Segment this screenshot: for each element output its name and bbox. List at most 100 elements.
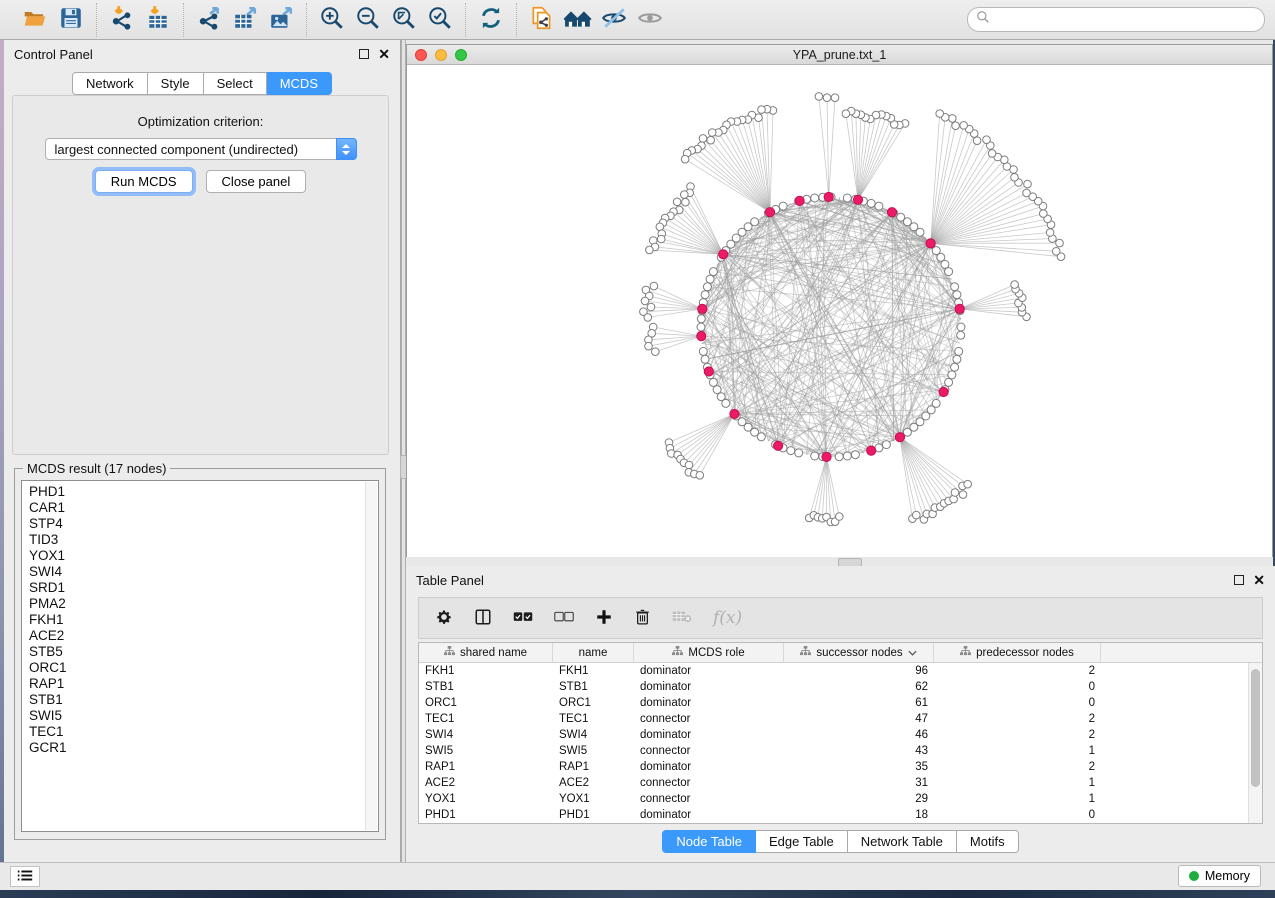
network-canvas[interactable]	[407, 65, 1272, 557]
mcds-hub-node[interactable]	[774, 441, 783, 450]
result-node-item[interactable]: TEC1	[29, 724, 378, 740]
mcds-hub-node[interactable]	[955, 304, 964, 313]
tab-network-table[interactable]: Network Table	[848, 830, 957, 853]
mcds-hub-node[interactable]	[895, 433, 904, 442]
table-row[interactable]: PHD1PHD1dominator180	[419, 807, 1262, 823]
table-scrollbar[interactable]	[1248, 663, 1262, 823]
delete-column-button[interactable]	[634, 608, 651, 629]
zoom-selected-button[interactable]	[424, 5, 456, 35]
tab-select[interactable]: Select	[204, 72, 267, 95]
node-table: shared namenameMCDS rolesuccessor nodesp…	[418, 642, 1263, 824]
tab-network[interactable]: Network	[72, 72, 148, 95]
save-session-button[interactable]	[55, 5, 87, 35]
table-row[interactable]: STB1STB1dominator620	[419, 679, 1262, 695]
result-node-item[interactable]: ACE2	[29, 628, 378, 644]
table-scrollbar-thumb[interactable]	[1251, 669, 1260, 787]
export-image-button[interactable]	[265, 5, 297, 35]
search-input[interactable]	[996, 12, 1256, 28]
table-float-icon[interactable]	[1234, 575, 1244, 585]
float-panel-icon[interactable]	[359, 49, 369, 59]
result-node-item[interactable]: STB1	[29, 692, 378, 708]
zoom-fit-button[interactable]	[388, 5, 420, 35]
export-table-button[interactable]	[229, 5, 261, 35]
column-header-shared-name[interactable]: shared name	[419, 643, 553, 662]
table-row[interactable]: SWI4SWI4dominator462	[419, 727, 1262, 743]
table-row[interactable]: ORC1ORC1dominator610	[419, 695, 1262, 711]
mcds-hub-node[interactable]	[853, 195, 862, 204]
result-node-item[interactable]: SWI4	[29, 564, 378, 580]
horizontal-splitter[interactable]	[406, 557, 1275, 566]
result-node-item[interactable]: STP4	[29, 516, 378, 532]
deselect-all-button[interactable]	[554, 610, 574, 627]
result-node-item[interactable]: PMA2	[29, 596, 378, 612]
table-row[interactable]: TEC1TEC1connector472	[419, 711, 1262, 727]
refresh-layout-button[interactable]	[475, 5, 507, 35]
result-node-item[interactable]: FKH1	[29, 612, 378, 628]
mcds-result-list[interactable]: PHD1CAR1STP4TID3YOX1SWI4SRD1PMA2FKH1ACE2…	[21, 480, 379, 832]
mcds-hub-node[interactable]	[719, 250, 728, 259]
column-header-name[interactable]: name	[553, 643, 634, 662]
result-node-item[interactable]: RAP1	[29, 676, 378, 692]
mcds-hub-node[interactable]	[822, 452, 831, 461]
result-node-item[interactable]: TID3	[29, 532, 378, 548]
run-mcds-button[interactable]: Run MCDS	[95, 170, 193, 193]
criterion-select[interactable]: largest connected component (undirected)	[45, 138, 357, 160]
table-row[interactable]: SWI5SWI5connector431	[419, 743, 1262, 759]
zoom-in-button[interactable]	[316, 5, 348, 35]
table-row[interactable]: RAP1RAP1dominator352	[419, 759, 1262, 775]
mcds-hub-node[interactable]	[867, 446, 876, 455]
mcds-hub-node[interactable]	[926, 239, 935, 248]
tab-motifs[interactable]: Motifs	[957, 830, 1019, 853]
mcds-hub-node[interactable]	[730, 409, 739, 418]
close-panel-button[interactable]: Close panel	[206, 170, 307, 193]
memory-button[interactable]: Memory	[1178, 865, 1261, 887]
tab-node-table[interactable]: Node Table	[662, 830, 756, 853]
import-network-button[interactable]	[106, 5, 138, 35]
mcds-hub-node[interactable]	[887, 208, 896, 217]
result-node-item[interactable]: PHD1	[29, 484, 378, 500]
export-network-button[interactable]	[193, 5, 225, 35]
duplicate-network-button[interactable]	[526, 5, 558, 35]
table-row[interactable]: FKH1FKH1dominator962	[419, 663, 1262, 679]
mcds-hub-node[interactable]	[795, 196, 804, 205]
zoom-out-button[interactable]	[352, 5, 384, 35]
mcds-hub-node[interactable]	[765, 208, 774, 217]
search-box[interactable]	[967, 7, 1265, 32]
column-header-predecessor-nodes[interactable]: predecessor nodes	[934, 643, 1101, 662]
column-header-successor-nodes[interactable]: successor nodes	[784, 643, 934, 662]
close-panel-icon[interactable]: ✕	[378, 49, 390, 59]
show-all-button[interactable]	[634, 5, 666, 35]
add-column-button[interactable]	[595, 608, 613, 629]
cell-pred: 2	[934, 713, 1101, 725]
columns-button[interactable]	[474, 608, 492, 629]
network-window-titlebar[interactable]: YPA_prune.txt_1	[407, 45, 1272, 65]
table-row[interactable]: ACE2ACE2connector311	[419, 775, 1262, 791]
tab-style[interactable]: Style	[148, 72, 204, 95]
result-node-item[interactable]: STB5	[29, 644, 378, 660]
open-file-button[interactable]	[19, 5, 51, 35]
first-neighbors-button[interactable]	[562, 5, 594, 35]
column-header-MCDS-role[interactable]: MCDS role	[634, 643, 784, 662]
mcds-hub-node[interactable]	[939, 387, 948, 396]
hide-selected-button[interactable]	[598, 5, 630, 35]
table-row[interactable]: YOX1YOX1connector291	[419, 791, 1262, 807]
table-panel-title: Table Panel	[416, 573, 484, 588]
mcds-hub-node[interactable]	[824, 192, 833, 201]
tab-edge-table[interactable]: Edge Table	[756, 830, 848, 853]
mcds-hub-node[interactable]	[698, 304, 707, 313]
result-node-item[interactable]: GCR1	[29, 740, 378, 756]
gear-button[interactable]	[435, 608, 453, 629]
result-node-item[interactable]: CAR1	[29, 500, 378, 516]
table-close-icon[interactable]: ✕	[1253, 575, 1265, 585]
tab-mcds[interactable]: MCDS	[267, 72, 332, 95]
result-list-scrollbar[interactable]	[365, 482, 377, 830]
mcds-hub-node[interactable]	[704, 367, 713, 376]
select-all-button[interactable]	[513, 610, 533, 627]
result-node-item[interactable]: SWI5	[29, 708, 378, 724]
import-table-button[interactable]	[142, 5, 174, 35]
result-node-item[interactable]: SRD1	[29, 580, 378, 596]
log-console-button[interactable]	[10, 866, 40, 887]
result-node-item[interactable]: ORC1	[29, 660, 378, 676]
result-node-item[interactable]: YOX1	[29, 548, 378, 564]
mcds-hub-node[interactable]	[697, 332, 706, 341]
